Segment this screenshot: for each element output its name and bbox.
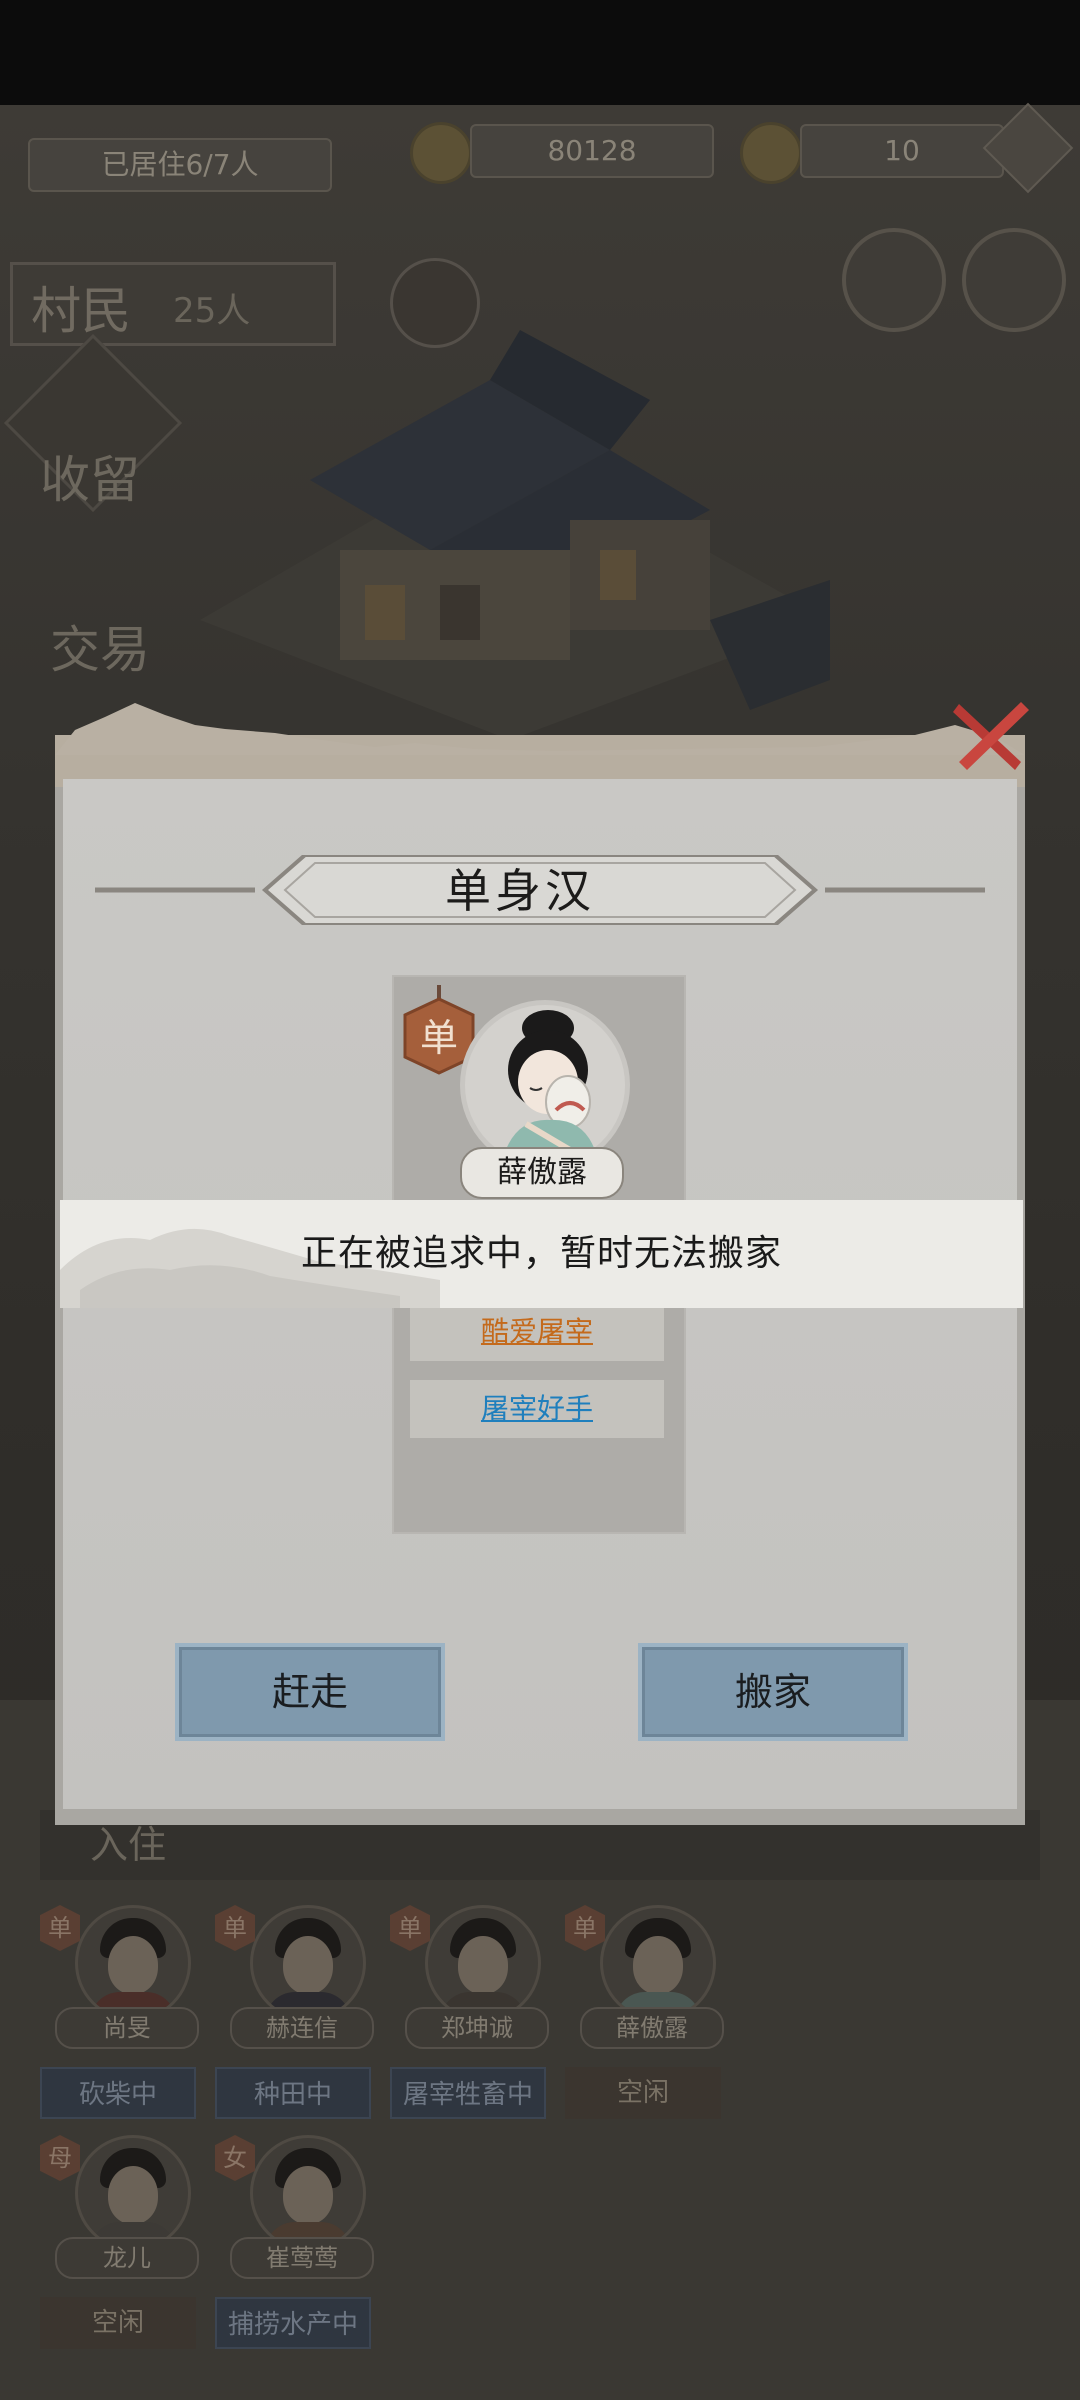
gold-amount: 10 [800,124,1004,178]
villager-status: 空闲 [565,2067,721,2119]
avatar [600,1905,716,2021]
single-tag-icon: 单 [40,1905,80,1951]
move-house-button[interactable]: 搬家 [638,1643,908,1741]
mother-tag-icon: 母 [40,2135,80,2181]
villager-name: 赫连信 [230,2007,374,2049]
trade-label: 交易 [50,621,150,679]
single-tag-icon: 单 [390,1905,430,1951]
settings-gear-icon[interactable] [962,228,1066,332]
villager-name: 崔莺莺 [230,2237,374,2279]
avatar [250,1905,366,2021]
modal-title: 单身汉 [445,864,595,918]
villager-status: 种田中 [215,2067,371,2119]
scroll-book-icon[interactable] [842,228,946,332]
character-name: 薛傲露 [460,1147,624,1199]
evict-button[interactable]: 赶走 [175,1643,445,1741]
single-tag-label: 单 [419,1016,458,1060]
toast-notification: 正在被追求中，暂时无法搬家 [60,1200,1023,1308]
avatar [250,2135,366,2251]
daughter-tag-icon: 女 [215,2135,255,2181]
villager-card[interactable]: 单 赫连信 种田中 [215,1905,385,2125]
residents-counter: 已居住6/7人 [28,138,332,192]
adopt-label: 收留 [40,451,140,509]
villager-name: 郑坤诚 [405,2007,549,2049]
avatar [75,2135,191,2251]
close-icon[interactable] [945,690,1035,780]
villager-card[interactable]: 单 郑坤诚 屠宰牲畜中 [390,1905,560,2125]
villager-card[interactable]: 母 龙儿 空闲 [40,2135,210,2355]
villager-card[interactable]: 女 崔莺莺 捕捞水产中 [215,2135,385,2355]
avatar [425,1905,541,2021]
copper-amount: 80128 [470,124,714,178]
avatar [75,1905,191,2021]
villager-status: 屠宰牲畜中 [390,2067,546,2119]
gold-ingot-icon [740,122,802,184]
single-tag-icon: 单 [215,1905,255,1951]
trait-link[interactable]: 屠宰好手 [410,1380,664,1438]
copper-coin-icon [410,122,472,184]
single-tag-icon: 单 [565,1905,605,1951]
villager-status: 空闲 [40,2297,196,2349]
toast-message: 正在被追求中，暂时无法搬家 [300,1233,782,1274]
villagers-label: 村民 [31,282,131,340]
woman-with-fan-icon [465,1005,625,1170]
villager-name: 尚旻 [55,2007,199,2049]
villager-card[interactable]: 单 薛傲露 空闲 [565,1905,735,2125]
trait-link[interactable]: 酷爱屠宰 [410,1303,664,1361]
character-portrait [460,1000,630,1170]
villager-name: 薛傲露 [580,2007,724,2049]
villager-name: 龙儿 [55,2237,199,2279]
villager-status: 砍柴中 [40,2067,196,2119]
villager-card[interactable]: 单 尚旻 砍柴中 [40,1905,210,2125]
villager-status: 捕捞水产中 [215,2297,371,2349]
mountain-decoration [55,703,1025,755]
house-illustration [200,330,830,740]
